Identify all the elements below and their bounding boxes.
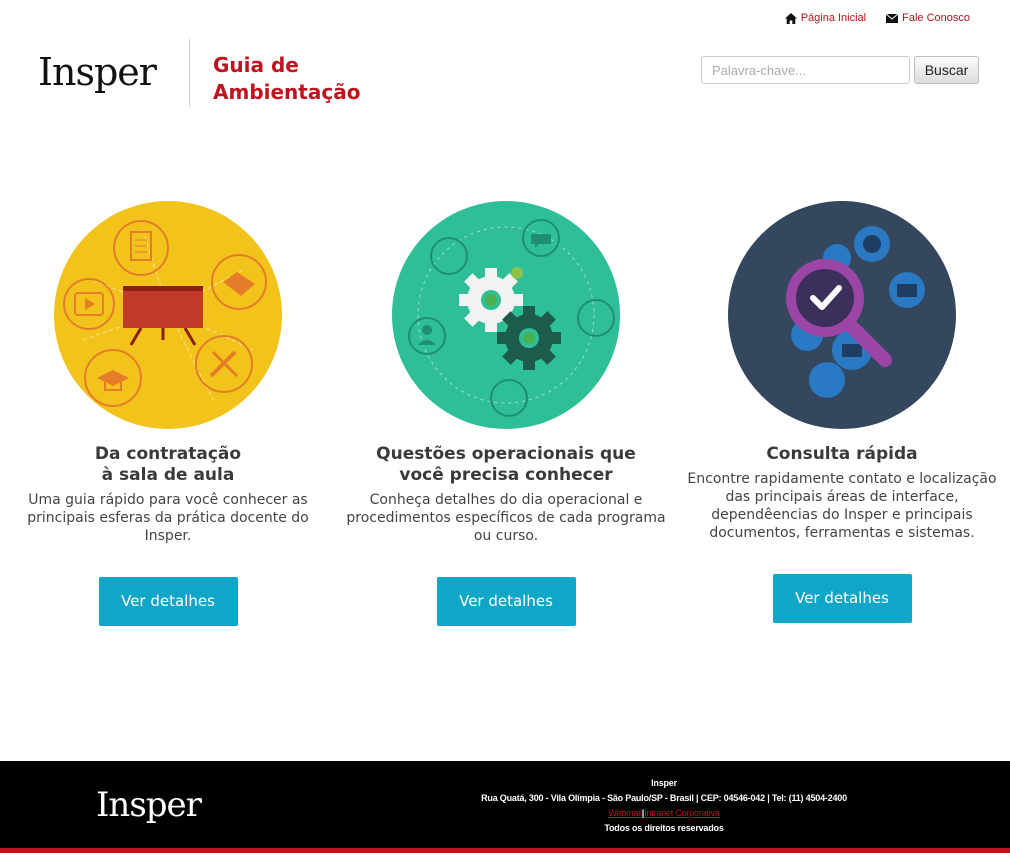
home-link-label: Página Inicial [800, 12, 867, 24]
home-link[interactable]: Página Inicial [784, 12, 867, 24]
card-operations-title: Questões operacionais que você precisa c… [376, 444, 636, 485]
top-links: Página Inicial Fale Conosco [784, 12, 970, 24]
card-quick-lookup-text: Encontre rapidamente contato e localizaç… [687, 471, 997, 541]
footer-logo: Insper [96, 785, 202, 825]
footer-rights: Todos os direitos reservados [604, 823, 724, 833]
search-form: Buscar [701, 56, 979, 84]
card-quick-lookup-details-button[interactable]: Ver detalhes [772, 574, 912, 623]
footer-accent-bar [0, 848, 1010, 853]
card-hiring: Da contratação à sala de aula Uma guia r… [3, 200, 333, 626]
magnifier-illustration-icon [728, 201, 956, 429]
header-divider [189, 39, 190, 107]
mail-icon [886, 13, 899, 23]
contact-link-label: Fale Conosco [902, 12, 970, 24]
search-button[interactable]: Buscar [914, 56, 979, 84]
card-hiring-text: Uma guia rápido para você conhecer as pr… [27, 492, 309, 544]
insper-logo[interactable]: Insper [38, 50, 157, 94]
card-quick-lookup: Consulta rápida Encontre rapidamente con… [677, 200, 1007, 623]
search-input[interactable] [701, 56, 910, 84]
classroom-illustration-icon [54, 201, 282, 429]
footer: Insper Insper Rua Quatá, 300 - Vila Olím… [0, 761, 1010, 848]
card-operations-details-button[interactable]: Ver detalhes [436, 577, 576, 626]
footer-org-name: Insper [651, 778, 677, 788]
contact-link[interactable]: Fale Conosco [886, 12, 970, 24]
card-quick-lookup-title: Consulta rápida [766, 444, 918, 464]
intranet-link[interactable]: Intranet Corporativa [644, 808, 720, 818]
webmail-link[interactable]: Webmail [608, 808, 642, 818]
home-icon [784, 12, 797, 24]
card-operations: Questões operacionais que você precisa c… [341, 200, 671, 626]
card-hiring-details-button[interactable]: Ver detalhes [98, 577, 238, 626]
card-operations-text: Conheça detalhes do dia operacional e pr… [346, 492, 666, 544]
gears-illustration-icon [392, 201, 620, 429]
footer-address: Rua Quatá, 300 - Vila Olímpia - São Paul… [481, 793, 847, 803]
card-hiring-title: Da contratação à sala de aula [94, 444, 242, 485]
footer-info: Insper Rua Quatá, 300 - Vila Olímpia - S… [470, 776, 858, 836]
page-title: Guia de Ambientação [213, 53, 361, 104]
footer-links: Webmail|Intranet Corporativa [470, 806, 858, 821]
